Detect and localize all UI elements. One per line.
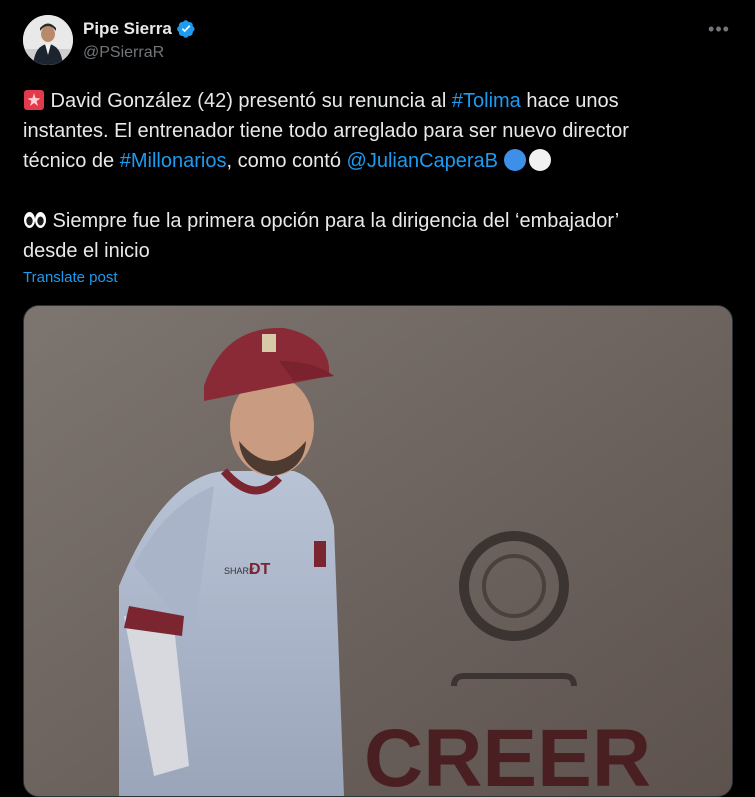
jersey-text: DT [249,561,271,578]
hashtag-tolima-link[interactable]: #Tolima [452,90,521,112]
author-name[interactable]: Pipe Sierra [83,19,172,39]
tweet-line-2: instantes. El entrenador tiene todo arre… [23,120,629,142]
tweet-line-3: técnico de #Millonarios, como contó @Jul… [23,146,723,176]
tweet-line-1: David González (42) presentó su renuncia… [23,86,723,116]
tweet-line-3-middle: , como contó [226,150,347,172]
tweet-line-5: desde el inicio [23,240,150,262]
more-options-icon[interactable]: ••• [708,18,730,40]
siren-emoji [23,89,45,111]
tweet-photo[interactable]: CREER SHARK DT [23,305,733,797]
author-handle[interactable]: @PSierraR [83,44,164,62]
tweet-text: David González (42) presentó su renuncia… [23,86,723,266]
tweet-line-4-text: Siempre fue la primera opción para la di… [47,210,620,232]
tweet-line-3-prefix: técnico de [23,150,120,172]
tweet-line-4: Siempre fue la primera opción para la di… [23,206,723,236]
mention-julian-capera-link[interactable]: @JulianCaperaB [347,150,499,172]
tweet-line-1-prefix: David González (42) presentó su renuncia… [45,90,452,112]
verified-badge-icon [176,19,196,39]
tweet-line-1-suffix: hace unos [520,90,619,112]
eyes-emoji [23,208,47,228]
blue-circle-emoji [504,149,527,171]
white-circle-emoji [529,149,552,171]
wall-text: CREER [364,713,651,796]
avatar[interactable] [23,15,73,65]
author-name-row: Pipe Sierra [83,19,196,39]
hashtag-millonarios-link[interactable]: #Millonarios [120,150,227,172]
tweet-card: Pipe Sierra @PSierraR ••• David González… [0,0,755,797]
translate-post-link[interactable]: Translate post [23,269,118,286]
